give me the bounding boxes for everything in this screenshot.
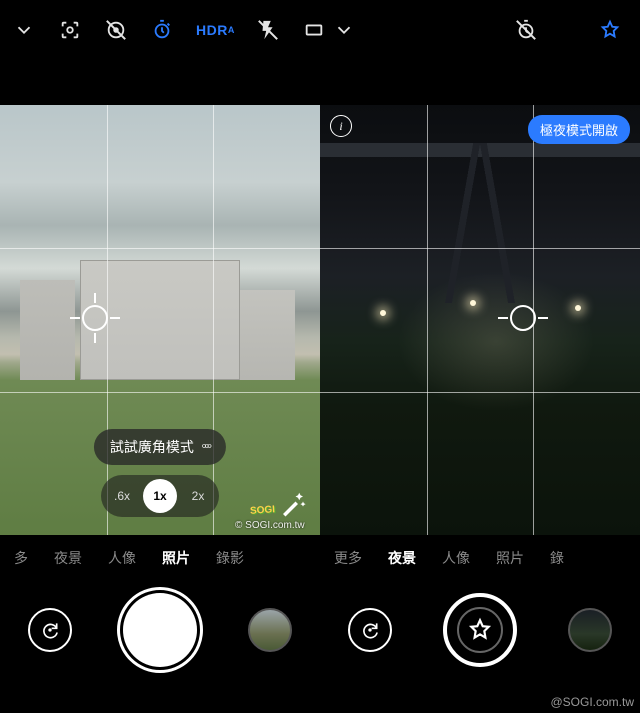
shutter-star-icon (447, 597, 513, 663)
live-preview-day (0, 105, 320, 535)
settings-chevron-icon[interactable] (12, 18, 36, 42)
gallery-thumbnail[interactable] (568, 608, 612, 652)
bottom-controls (0, 588, 320, 672)
viewfinder[interactable]: i 極夜模式開啟 (320, 105, 640, 535)
hdr-label: HDR (196, 22, 228, 38)
bottom-controls (320, 588, 640, 672)
top-toolbar (320, 0, 640, 60)
camera-app-right: i 極夜模式開啟 更多 夜景 人像 照片 錄 (320, 0, 640, 690)
magic-wand-icon[interactable] (278, 489, 308, 519)
camera-app-left: HDRA 試試廣角模式 (0, 0, 320, 690)
timer-icon[interactable] (150, 18, 174, 42)
screenshot-root: HDRA 試試廣角模式 (0, 0, 640, 713)
mode-portrait[interactable]: 人像 (442, 548, 470, 568)
gallery-thumbnail[interactable] (248, 608, 292, 652)
settings-chevron-icon[interactable] (332, 18, 356, 42)
mode-night[interactable]: 夜景 (54, 548, 82, 568)
mode-strip[interactable]: 更多 夜景 人像 照片 錄 (320, 540, 640, 576)
shutter-button-night[interactable] (443, 593, 517, 667)
sogi-stamp: SOGI (250, 504, 276, 517)
mode-strip[interactable]: 多 夜景 人像 照片 錄影 (0, 540, 320, 576)
mode-photo[interactable]: 照片 (496, 548, 524, 568)
wide-angle-suggestion-pill[interactable]: 試試廣角模式 ৹৹৹ (94, 429, 226, 465)
hdr-toggle[interactable]: HDRA (196, 18, 234, 42)
zoom-selector[interactable]: .6x 1x 2x (101, 475, 219, 517)
timer-off-icon[interactable] (514, 18, 538, 42)
night-mode-badge: 極夜模式開啟 (528, 115, 630, 144)
flash-off-icon[interactable] (256, 18, 280, 42)
suggestion-text: 試試廣角模式 (110, 437, 194, 457)
zoom-1x[interactable]: 1x (143, 479, 177, 513)
mode-portrait[interactable]: 人像 (108, 548, 136, 568)
hdr-sublabel: A (228, 25, 235, 35)
switch-camera-button[interactable] (28, 608, 72, 652)
night-badge-text: 極夜模式開啟 (540, 123, 618, 138)
zoom-2x[interactable]: 2x (181, 479, 215, 513)
google-lens-icon[interactable] (58, 18, 82, 42)
top-toolbar: HDRA (0, 0, 320, 60)
zoom-0-6x[interactable]: .6x (105, 479, 139, 513)
motion-photo-off-icon[interactable] (104, 18, 128, 42)
viewfinder[interactable]: 試試廣角模式 ৹৹৹ .6x 1x 2x (0, 105, 320, 535)
mode-more[interactable]: 更多 (334, 548, 362, 568)
watermark-corner: @SOGI.com.tw (550, 695, 634, 709)
focus-reticle[interactable] (500, 295, 546, 341)
shutter-button[interactable] (123, 593, 197, 667)
mode-video[interactable]: 錄影 (216, 548, 244, 568)
mode-more[interactable]: 多 (14, 548, 28, 568)
info-icon[interactable]: i (330, 115, 352, 137)
suggestion-drops-icon: ৹৹৹ (202, 437, 210, 457)
live-preview-night (320, 105, 640, 535)
watermark-center: © SOGI.com.tw (235, 520, 305, 531)
focus-reticle[interactable] (72, 295, 118, 341)
info-letter: i (339, 119, 342, 134)
switch-camera-button[interactable] (348, 608, 392, 652)
favorite-star-icon[interactable] (598, 18, 622, 42)
mode-photo[interactable]: 照片 (162, 548, 190, 568)
mode-video[interactable]: 錄 (550, 548, 564, 568)
mode-night[interactable]: 夜景 (388, 548, 416, 568)
